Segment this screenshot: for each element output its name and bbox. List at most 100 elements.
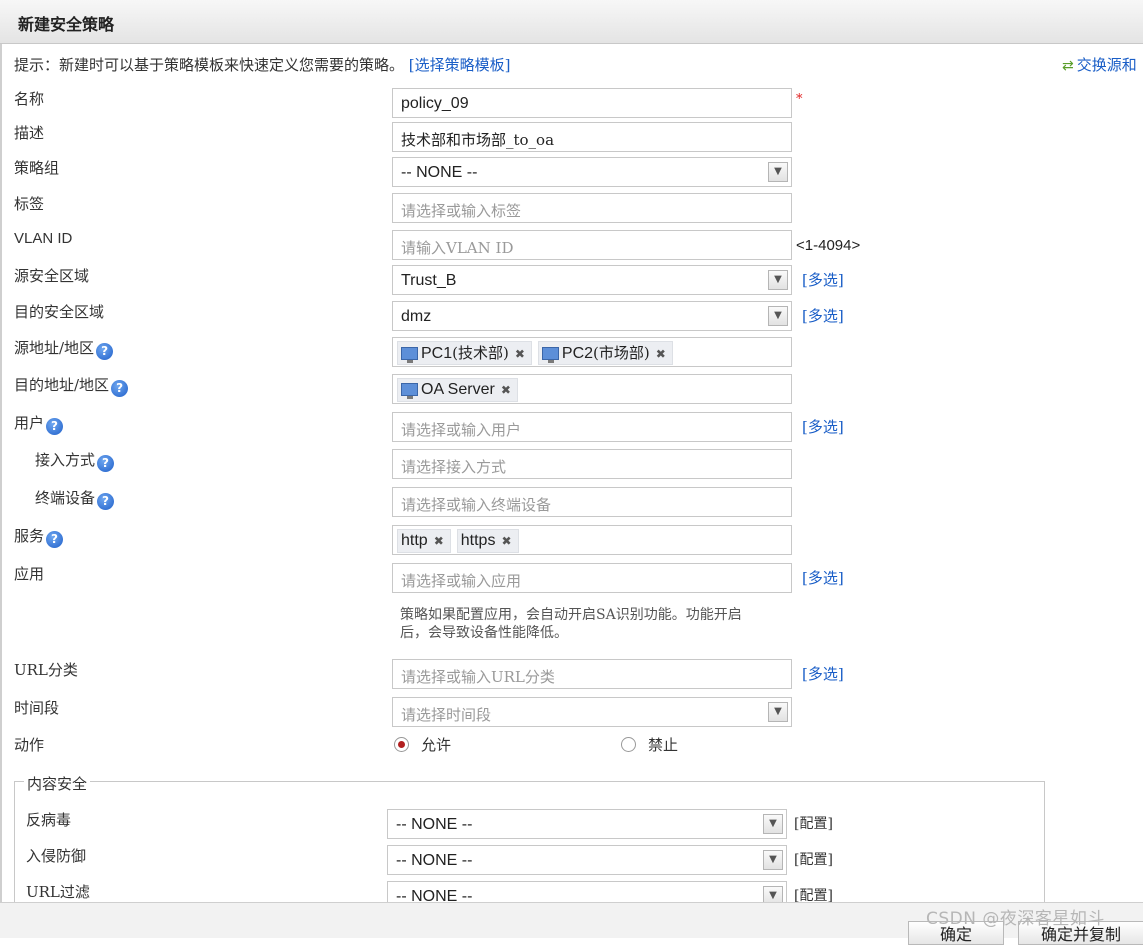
dialog-title: 新建安全策略 xyxy=(18,15,115,34)
remove-icon[interactable]: ✖ xyxy=(434,534,444,548)
row-url-filter: URL过滤 -- NONE -- ▼ [配置] xyxy=(2,881,1143,902)
address-tag-pc2: PC2(市场部) ✖ xyxy=(537,341,673,365)
computer-icon xyxy=(541,347,559,363)
chevron-down-icon[interactable]: ▼ xyxy=(768,702,788,722)
name-label: 名称 xyxy=(14,90,45,108)
chevron-down-icon[interactable]: ▼ xyxy=(768,270,788,290)
address-tag-oa-server: OA Server ✖ xyxy=(397,378,518,402)
url-category-label: URL分类 xyxy=(14,661,78,679)
name-input[interactable]: policy_09 xyxy=(392,88,792,118)
remove-icon[interactable]: ✖ xyxy=(501,534,511,548)
policy-group-select[interactable]: -- NONE -- ▼ xyxy=(392,157,792,187)
destination-zone-select[interactable]: dmz ▼ xyxy=(392,301,792,331)
row-description: 描述 技术部和市场部_to_oa xyxy=(2,122,1143,156)
schedule-select[interactable]: 请选择时间段 ▼ xyxy=(392,697,792,727)
hint-text: 提示：新建时可以基于策略模板来快速定义您需要的策略。 [选择策略模板] xyxy=(14,56,511,74)
service-input[interactable]: http ✖ https ✖ xyxy=(392,525,792,555)
url-filter-config-link[interactable]: [配置] xyxy=(794,885,833,902)
radio-deny[interactable] xyxy=(621,737,636,752)
dialog-content: 提示：新建时可以基于策略模板来快速定义您需要的策略。 [选择策略模板] ⇄ 交换源… xyxy=(0,44,1143,902)
description-input[interactable]: 技术部和市场部_to_oa xyxy=(392,122,792,152)
policy-group-label: 策略组 xyxy=(14,159,60,177)
url-category-multi-link[interactable]: [多选] xyxy=(802,663,844,684)
destination-address-input[interactable]: OA Server ✖ xyxy=(392,374,792,404)
help-icon[interactable]: ? xyxy=(97,493,115,510)
url-category-input[interactable]: 请选择或输入URL分类 xyxy=(392,659,792,689)
application-multi-link[interactable]: [多选] xyxy=(802,567,844,588)
service-label: 服务? xyxy=(14,525,64,548)
destination-address-label: 目的地址/地区? xyxy=(14,374,129,397)
vlan-label: VLAN ID xyxy=(14,230,73,247)
intrusion-prevention-select[interactable]: -- NONE -- ▼ xyxy=(387,845,787,875)
row-schedule: 时间段 请选择时间段 ▼ xyxy=(2,697,1143,731)
terminal-device-label: 终端设备? xyxy=(35,487,115,510)
action-deny-option[interactable]: 禁止 xyxy=(621,734,678,755)
application-label: 应用 xyxy=(14,565,45,583)
row-name: 名称 policy_09 * xyxy=(2,88,1143,122)
address-tag-pc1: PC1(技术部) ✖ xyxy=(397,341,532,365)
computer-icon xyxy=(401,383,418,399)
dialog-titlebar: 新建安全策略 xyxy=(0,0,1143,44)
user-input[interactable]: 请选择或输入用户 xyxy=(392,412,792,442)
remove-icon[interactable]: ✖ xyxy=(515,347,525,361)
help-icon[interactable]: ? xyxy=(96,343,114,360)
access-method-input[interactable]: 请选择接入方式 xyxy=(392,449,792,479)
action-allow-option[interactable]: 允许 xyxy=(394,734,451,755)
computer-icon xyxy=(401,347,418,363)
row-url-category: URL分类 请选择或输入URL分类 [多选] xyxy=(2,659,1143,693)
source-address-label: 源地址/地区? xyxy=(14,337,114,360)
source-zone-multi-link[interactable]: [多选] xyxy=(802,269,844,290)
row-application: 应用 请选择或输入应用 [多选] xyxy=(2,563,1143,597)
select-template-link[interactable]: [选择策略模板] xyxy=(409,56,511,74)
content-security-legend: 内容安全 xyxy=(24,773,91,794)
swap-source-destination-link[interactable]: ⇄ 交换源和 xyxy=(1062,54,1137,75)
row-source-zone: 源安全区域 Trust_B ▼ [多选] xyxy=(2,265,1143,299)
antivirus-label: 反病毒 xyxy=(26,811,72,829)
service-tag-http: http ✖ xyxy=(397,529,451,553)
help-icon[interactable]: ? xyxy=(46,418,64,435)
radio-allow[interactable] xyxy=(394,737,409,752)
service-tag-https: https ✖ xyxy=(456,529,519,553)
help-icon[interactable]: ? xyxy=(97,455,115,472)
source-address-input[interactable]: PC1(技术部) ✖ PC2(市场部) ✖ xyxy=(392,337,792,367)
destination-zone-multi-link[interactable]: [多选] xyxy=(802,305,844,326)
action-label: 动作 xyxy=(14,736,45,754)
vlan-range-hint: <1-4094> xyxy=(796,237,861,254)
source-zone-label: 源安全区域 xyxy=(14,267,90,285)
tag-input[interactable]: 请选择或输入标签 xyxy=(392,193,792,223)
application-input[interactable]: 请选择或输入应用 xyxy=(392,563,792,593)
watermark-text: CSDN @夜深客星如斗 xyxy=(926,909,1105,929)
url-filter-select[interactable]: -- NONE -- ▼ xyxy=(387,881,787,902)
row-user: 用户? 请选择或输入用户 [多选] xyxy=(2,412,1143,446)
tag-label: 标签 xyxy=(14,195,45,213)
application-note: 策略如果配置应用，会自动开启SA识别功能。功能开启 后，会导致设备性能降低。 xyxy=(400,607,742,641)
vlan-input[interactable]: 请输入VLAN ID xyxy=(392,230,792,260)
chevron-down-icon[interactable]: ▼ xyxy=(768,306,788,326)
antivirus-select[interactable]: -- NONE -- ▼ xyxy=(387,809,787,839)
remove-icon[interactable]: ✖ xyxy=(656,347,666,361)
help-icon[interactable]: ? xyxy=(111,380,129,397)
url-filter-label: URL过滤 xyxy=(26,883,90,901)
destination-zone-label: 目的安全区域 xyxy=(14,303,105,321)
description-label: 描述 xyxy=(14,124,45,142)
terminal-device-input[interactable]: 请选择或输入终端设备 xyxy=(392,487,792,517)
antivirus-config-link[interactable]: [配置] xyxy=(794,813,833,833)
user-multi-link[interactable]: [多选] xyxy=(802,416,844,437)
intrusion-prevention-config-link[interactable]: [配置] xyxy=(794,849,833,869)
intrusion-prevention-label: 入侵防御 xyxy=(26,847,87,865)
source-zone-select[interactable]: Trust_B ▼ xyxy=(392,265,792,295)
row-vlan: VLAN ID 请输入VLAN ID <1-4094> xyxy=(2,230,1143,264)
help-icon[interactable]: ? xyxy=(46,531,64,548)
row-access-method: 接入方式? 请选择接入方式 xyxy=(2,449,1143,483)
row-destination-address: 目的地址/地区? OA Server ✖ xyxy=(2,374,1143,408)
chevron-down-icon[interactable]: ▼ xyxy=(768,162,788,182)
chevron-down-icon[interactable]: ▼ xyxy=(763,814,783,834)
row-tag: 标签 请选择或输入标签 xyxy=(2,193,1143,227)
chevron-down-icon[interactable]: ▼ xyxy=(763,850,783,870)
required-mark: * xyxy=(796,92,803,107)
swap-arrows-icon: ⇄ xyxy=(1062,58,1074,74)
row-source-address: 源地址/地区? PC1(技术部) ✖ PC2(市场部) ✖ xyxy=(2,337,1143,371)
chevron-down-icon[interactable]: ▼ xyxy=(763,886,783,902)
remove-icon[interactable]: ✖ xyxy=(501,383,511,397)
row-terminal-device: 终端设备? 请选择或输入终端设备 xyxy=(2,487,1143,521)
